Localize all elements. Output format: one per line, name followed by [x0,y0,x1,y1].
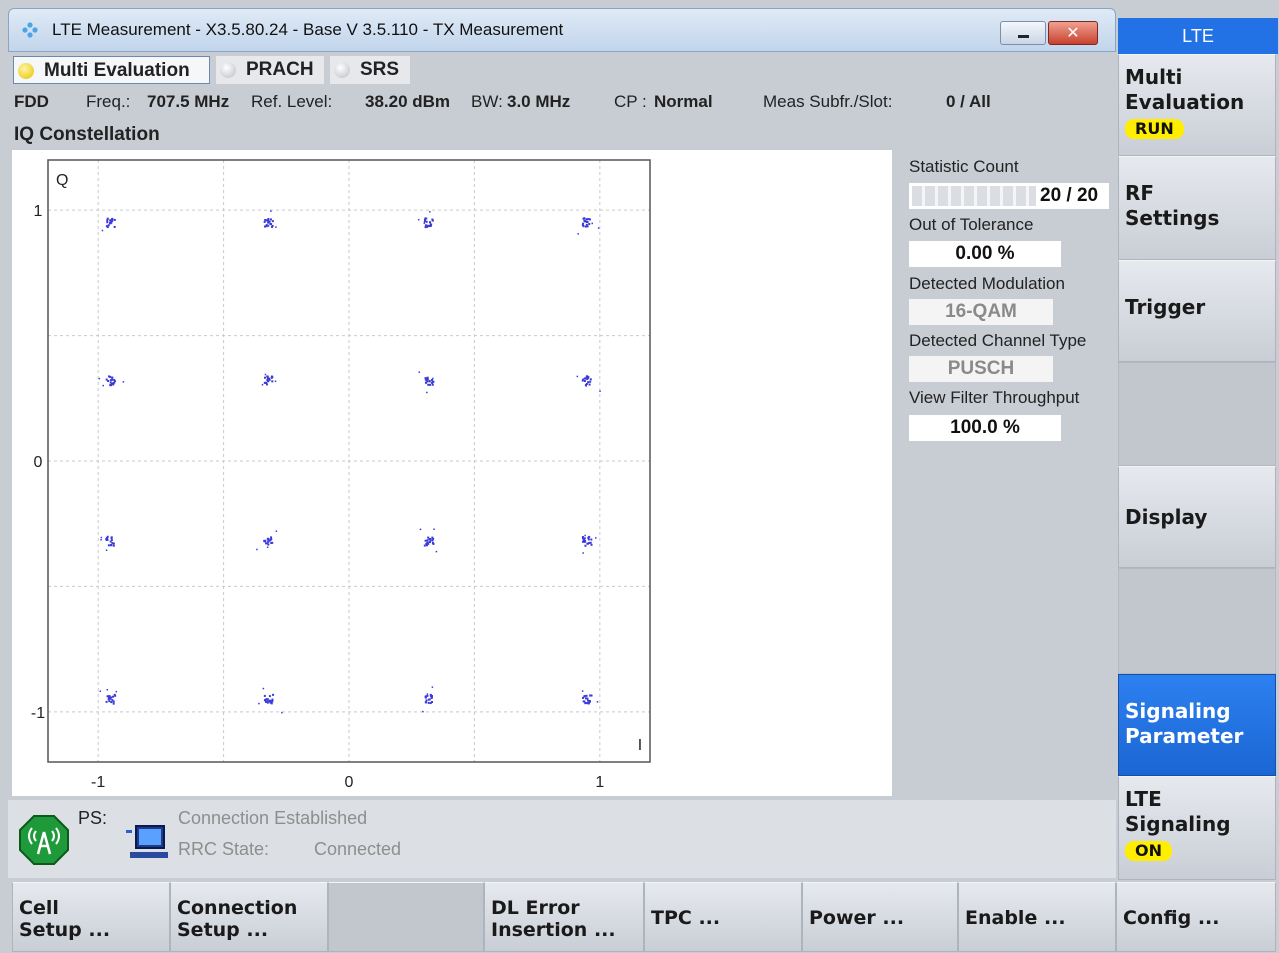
constellation-point [101,217,116,232]
softkey-label: Display [1125,505,1208,529]
led-inactive-icon [220,62,236,78]
y-tick-label: 1 [34,203,43,220]
grid [48,160,650,762]
rrc-state-value: Connected [314,839,402,859]
tab-label: PRACH [246,59,314,80]
axis-labels: -1 0 1 1 0 -1 Q I [31,172,642,791]
x-tick-label: -1 [91,774,105,791]
softkey-label: Trigger [1125,295,1206,319]
tab-multi-evaluation[interactable]: Multi Evaluation [13,56,210,84]
cp-label: CP : [614,92,647,111]
tpc-button[interactable]: TPC ... [644,882,802,952]
statistic-count-progress [912,186,1036,206]
constellation-point [417,211,434,229]
constellation-point [581,534,597,554]
minimize-icon [1018,35,1029,38]
enable-button[interactable]: Enable ... [958,882,1116,952]
y-tick-label: -1 [31,705,45,722]
ps-label: PS: [78,808,108,828]
constellation-point [418,371,435,394]
tab-srs[interactable]: SRS [330,56,410,84]
statistic-count-label: Statistic Count [909,157,1019,176]
constellation-point [422,686,434,713]
detected-modulation-label: Detected Modulation [909,274,1065,293]
empty-softkey [1118,362,1276,466]
detected-channel-value: PUSCH [909,356,1053,382]
ref-level-value: 38.20 dBm [365,92,451,111]
iq-constellation-chart: -1 0 1 1 0 -1 Q I [31,159,651,791]
led-inactive-icon [334,62,350,78]
constellation-point [261,373,277,386]
constellation-point [98,375,125,387]
cell-setup-button[interactable]: Cell Setup ... [12,882,170,952]
constellation-points [98,210,601,714]
connection-setup-button[interactable]: Connection Setup ... [170,882,328,952]
freq-value: 707.5 MHz [147,92,230,111]
run-badge: RUN [1125,119,1184,139]
out-of-tolerance-value: 0.00 % [909,241,1061,267]
config-button[interactable]: Config ... [1116,882,1276,952]
constellation-point [576,375,601,392]
dl-error-insertion-button[interactable]: DL Error Insertion ... [484,882,644,952]
tab-label: Multi Evaluation [44,60,190,81]
tab-label: SRS [360,59,400,80]
window-title: LTE Measurement - X3.5.80.24 - Base V 3.… [52,20,564,39]
softkey-label: LTE Signaling [1125,787,1231,836]
out-of-tolerance-label: Out of Tolerance [909,215,1034,234]
connection-status-panel [8,800,1116,878]
view-filter-label: View Filter Throughput [909,388,1080,407]
section-title: IQ Constellation [14,124,160,145]
softkey-label: RF Settings [1125,181,1220,230]
x-tick-label: 0 [345,774,354,791]
display-softkey[interactable]: Display [1118,466,1276,568]
constellation-point [99,689,118,705]
constellation-point [263,210,277,228]
led-active-icon [18,63,34,79]
empty-softkey [1118,568,1276,674]
constellation-point [419,528,438,553]
meas-subframe-label: Meas Subfr./Slot: [763,92,893,111]
constellation-point [100,535,115,552]
x-tick-label: 1 [595,774,604,791]
signaling-parameter-softkey[interactable]: Signaling Parameter [1118,674,1276,776]
constellation-point [577,217,600,235]
lte-signaling-softkey[interactable]: LTE Signaling ON [1118,776,1276,880]
lte-header: LTE [1118,18,1278,54]
softkey-label: Signaling Parameter [1125,699,1244,748]
constellation-point [256,530,278,551]
connection-state: Connection Established [178,808,368,828]
empty-bottom-softkey [328,882,484,952]
computer-icon [126,825,168,858]
trigger-softkey[interactable]: Trigger [1118,260,1276,362]
bw-value: 3.0 MHz [507,92,571,111]
rrc-state-label: RRC State: [178,839,270,859]
x-axis-label: I [638,737,642,754]
duplex-mode: FDD [14,92,49,111]
meas-subframe-value: 0 / All [946,92,991,111]
freq-label: Freq.: [86,92,131,111]
y-axis-label: Q [56,172,68,189]
app-icon [22,22,38,38]
detected-channel-label: Detected Channel Type [909,331,1087,350]
tab-prach[interactable]: PRACH [216,56,324,84]
detected-modulation-value: 16-QAM [909,299,1053,325]
rf-settings-softkey[interactable]: RF Settings [1118,156,1276,260]
softkey-label: Multi Evaluation [1125,65,1245,114]
antenna-icon [19,815,69,865]
multi-evaluation-softkey[interactable]: Multi Evaluation RUN [1118,54,1276,156]
ref-level-label: Ref. Level: [251,92,333,111]
cp-value: Normal [654,92,713,111]
on-badge: ON [1125,841,1172,861]
bw-label: BW: [471,92,503,111]
power-button[interactable]: Power ... [802,882,958,952]
constellation-point [258,687,283,714]
statistic-count-value: 20 / 20 [1040,185,1099,206]
y-tick-label: 0 [34,454,43,471]
constellation-point [581,690,599,705]
close-button[interactable]: ✕ [1048,21,1098,45]
minimize-button[interactable] [1000,21,1046,45]
view-filter-value: 100.0 % [909,415,1061,441]
